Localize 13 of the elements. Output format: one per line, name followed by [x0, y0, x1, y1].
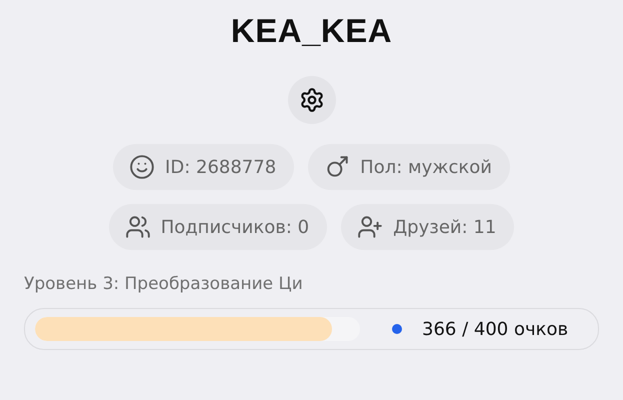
people-icon [124, 214, 151, 240]
username-title: KEA_KEA [230, 12, 392, 50]
person-plus-icon [357, 214, 384, 240]
smiley-icon [129, 154, 156, 180]
settings-icon [298, 87, 324, 113]
dot-icon [392, 324, 402, 334]
points-text: 366 / 400 очков [422, 318, 568, 340]
settings-button[interactable] [288, 76, 336, 124]
level-title: Уровень 3: Преобразование Ци [24, 274, 303, 294]
info-label: Подписчиков: 0 [160, 216, 310, 238]
info-label: Друзей: 11 [393, 216, 496, 238]
info-label: ID: 2688778 [165, 156, 276, 178]
info-label: Пол: мужской [360, 156, 492, 178]
